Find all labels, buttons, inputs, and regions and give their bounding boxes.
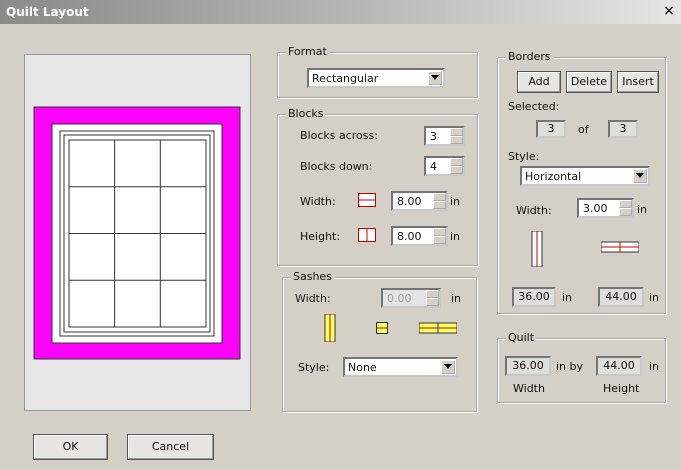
- block-width-unit: in: [450, 195, 461, 208]
- blocks-across-label: Blocks across:: [300, 129, 378, 142]
- block-width-label: Width:: [300, 195, 336, 208]
- selected-label: Selected:: [508, 100, 560, 113]
- spin-up-icon[interactable]: [619, 200, 632, 208]
- sash-width-value: 0.00: [387, 292, 412, 305]
- quilt-layout-dialog: Quilt Layout × Format Rectangular Blocks…: [0, 0, 681, 470]
- blocks-across-value: 3: [430, 130, 437, 143]
- vertical-border-unit: in: [562, 291, 573, 304]
- vertical-border-length: 36.00: [512, 287, 556, 307]
- spin-up-icon[interactable]: [433, 228, 446, 236]
- add-border-button[interactable]: Add: [517, 71, 561, 93]
- borders-legend: Borders: [506, 50, 553, 63]
- border-width-label: Width:: [516, 204, 552, 217]
- sash-width-label: Width:: [295, 292, 331, 305]
- block-height-value: 8.00: [397, 230, 422, 243]
- quilt-by-label: in by: [556, 360, 584, 373]
- spin-down-icon[interactable]: [450, 166, 463, 174]
- sash-width-spinner[interactable]: 0.00: [381, 288, 441, 308]
- spin-down-icon[interactable]: [426, 298, 439, 306]
- spin-down-icon[interactable]: [450, 136, 463, 144]
- quilt-legend: Quilt: [506, 331, 537, 344]
- quilt-height-value: 44.00: [596, 356, 642, 376]
- horizontal-border-icon: [601, 241, 639, 253]
- of-label: of: [578, 123, 589, 136]
- spin-down-icon[interactable]: [433, 201, 446, 209]
- blocks-down-value: 4: [430, 160, 437, 173]
- sash-width-unit: in: [451, 292, 462, 305]
- close-icon[interactable]: ×: [661, 3, 677, 19]
- chevron-down-icon[interactable]: [633, 169, 647, 183]
- border-width-spinner[interactable]: 3.00: [577, 198, 634, 218]
- quilt-height-caption: Height: [603, 382, 640, 395]
- chevron-down-icon[interactable]: [428, 71, 442, 85]
- sashes-group: Sashes Width: 0.00 in Style: None: [282, 270, 477, 412]
- format-select-value: Rectangular: [312, 72, 379, 85]
- spin-up-icon[interactable]: [450, 128, 463, 136]
- quilt-unit: in: [649, 360, 660, 373]
- quilt-group: Quilt 36.00 in by 44.00 in Width Height: [497, 331, 666, 403]
- horizontal-border-unit: in: [649, 291, 660, 304]
- block-height-label: Height:: [300, 230, 341, 243]
- ok-button[interactable]: OK: [33, 434, 108, 460]
- vertical-border-icon: [531, 231, 543, 267]
- format-legend: Format: [286, 45, 329, 58]
- block-height-unit: in: [450, 230, 461, 243]
- sash-cornerstone-icon: [376, 322, 388, 334]
- format-select[interactable]: Rectangular: [307, 68, 445, 88]
- sash-style-label: Style:: [298, 361, 330, 374]
- spin-down-icon[interactable]: [619, 208, 632, 216]
- spin-up-icon[interactable]: [450, 158, 463, 166]
- blocks-down-label: Blocks down:: [300, 160, 373, 173]
- horizontal-sash-icon: [419, 322, 457, 334]
- border-style-label: Style:: [508, 150, 540, 163]
- blocks-across-spinner[interactable]: 3: [424, 126, 465, 146]
- blocks-group: Blocks Blocks across: 3 Blocks down: 4 W…: [277, 107, 478, 266]
- insert-border-button[interactable]: Insert: [617, 71, 659, 93]
- border-width-value: 3.00: [583, 202, 608, 215]
- sash-style-value: None: [348, 361, 377, 374]
- vertical-sash-icon: [324, 314, 336, 342]
- spin-up-icon[interactable]: [433, 193, 446, 201]
- total-borders-value: 3: [608, 120, 638, 138]
- blocks-down-spinner[interactable]: 4: [424, 156, 465, 176]
- spin-down-icon[interactable]: [433, 236, 446, 244]
- format-group: Format Rectangular: [277, 45, 478, 98]
- block-width-value: 8.00: [397, 195, 422, 208]
- block-height-icon: [358, 228, 376, 242]
- block-width-spinner[interactable]: 8.00: [391, 191, 448, 211]
- border-width-unit: in: [637, 203, 648, 216]
- sashes-legend: Sashes: [291, 270, 334, 283]
- border-style-value: Horizontal: [525, 170, 582, 183]
- cancel-button[interactable]: Cancel: [127, 434, 214, 460]
- quilt-width-caption: Width: [513, 382, 545, 395]
- selected-border-value: 3: [536, 120, 566, 138]
- spin-up-icon[interactable]: [426, 290, 439, 298]
- blocks-legend: Blocks: [286, 107, 326, 120]
- border-style-select[interactable]: Horizontal: [520, 166, 650, 186]
- title-bar: Quilt Layout ×: [0, 0, 681, 24]
- quilt-preview: [24, 54, 251, 411]
- quilt-width-value: 36.00: [505, 356, 551, 376]
- horizontal-border-length: 44.00: [598, 287, 644, 307]
- delete-border-button[interactable]: Delete: [566, 71, 612, 93]
- block-height-spinner[interactable]: 8.00: [391, 226, 448, 246]
- block-width-icon: [358, 193, 376, 207]
- chevron-down-icon[interactable]: [441, 360, 455, 374]
- sash-style-select[interactable]: None: [343, 357, 458, 377]
- quilt-preview-image: [33, 106, 241, 360]
- borders-group: Borders Add Delete Insert Selected: 3 of…: [497, 50, 666, 314]
- window-title: Quilt Layout: [6, 5, 89, 19]
